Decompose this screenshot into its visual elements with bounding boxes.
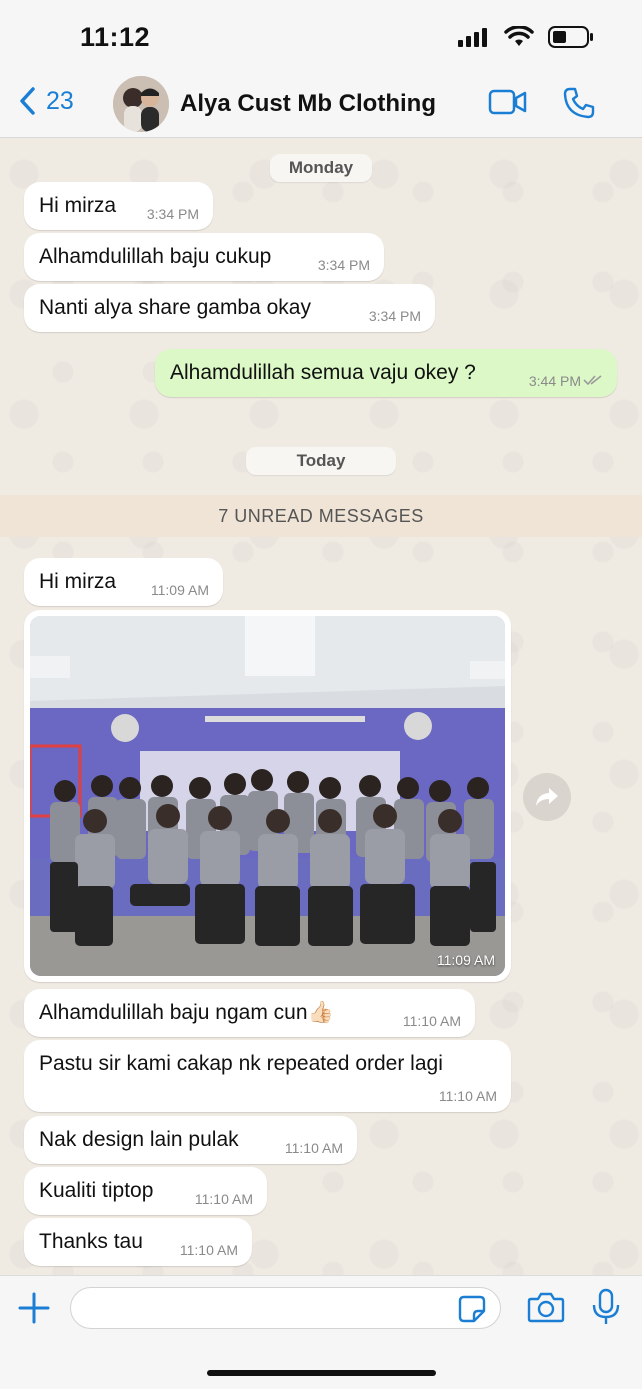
message-bubble[interactable]: Alhamdulillah baju ngam cun👍🏻 11:10 AM [24,989,475,1037]
message-time: 11:10 AM [438,1088,497,1104]
back-button[interactable]: 23 [18,86,74,116]
message-bubble[interactable]: Thanks tau 11:10 AM [24,1218,252,1266]
photo-message[interactable]: 11:09 AM [24,610,511,982]
message-time: 11:10 AM [284,1140,343,1156]
chevron-left-icon [20,87,35,115]
message-time: 11:10 AM [402,1013,461,1029]
status-icons [458,26,594,48]
video-camera-icon [488,89,527,115]
date-separator-today: Today [246,447,396,475]
message-text: Hi mirza [39,570,116,593]
unread-chats-count: 23 [46,86,74,115]
message-time: 11:10 AM [179,1242,238,1258]
composer-bar [0,1275,642,1389]
unread-messages-banner: 7 UNREAD MESSAGES [0,495,642,537]
message-text: Nak design lain pulak [39,1128,239,1151]
message-text: Nanti alya share gamba okay [39,296,311,319]
status-time: 11:12 [80,22,151,52]
chat-area[interactable]: Monday Hi mirza 3:34 PM Alhamdulillah ba… [0,138,642,1275]
message-time: 11:10 AM [194,1191,253,1207]
chat-title[interactable]: Alya Cust Mb Clothing [180,90,436,118]
forward-icon [536,788,558,806]
sticker-button[interactable] [458,1295,486,1328]
forward-button[interactable] [523,773,571,821]
phone-icon [563,87,595,119]
message-bubble[interactable]: Alhamdulillah baju cukup 3:34 PM [24,233,384,281]
video-call-button[interactable] [488,86,528,123]
group-photo [30,616,505,976]
status-bar: 11:12 [0,0,642,72]
message-text: Thanks tau [39,1230,143,1253]
battery-icon [548,26,593,48]
message-time: 3:34 PM [317,257,370,273]
message-bubble[interactable]: Nanti alya share gamba okay 3:34 PM [24,284,435,332]
sticker-icon [458,1295,486,1323]
camera-button[interactable] [527,1291,565,1328]
message-bubble[interactable]: Pastu sir kami cakap nk repeated order l… [24,1040,511,1112]
message-input[interactable] [70,1287,501,1329]
date-separator-monday: Monday [270,154,372,182]
photo-time: 11:09 AM [436,952,495,968]
message-time: 11:09 AM [150,582,209,598]
message-bubble[interactable]: Nak design lain pulak 11:10 AM [24,1116,357,1164]
camera-icon [527,1292,565,1323]
wifi-icon [504,26,534,46]
message-time: 3:34 PM [368,308,421,324]
microphone-icon [592,1288,620,1324]
plus-icon [18,1292,50,1324]
message-text: Alhamdulillah semua vaju okey ? [170,361,476,384]
message-bubble-outgoing[interactable]: Alhamdulillah semua vaju okey ? 3:44 PM [155,349,617,397]
message-time: 3:34 PM [146,206,199,222]
home-indicator[interactable] [207,1370,436,1376]
photo-image[interactable]: 11:09 AM [30,616,505,976]
message-text: Alhamdulillah baju cukup [39,245,272,268]
attach-button[interactable] [18,1292,50,1329]
message-text: Kualiti tiptop [39,1179,154,1202]
chat-header: 23 Alya Cust Mb Clothing [0,72,642,138]
message-bubble[interactable]: Hi mirza 11:09 AM [24,558,223,606]
voice-message-button[interactable] [591,1288,621,1331]
message-time: 3:44 PM [528,373,581,389]
message-text: Pastu sir kami cakap nk repeated order l… [39,1052,443,1075]
avatar[interactable] [113,76,169,132]
message-text: Hi mirza [39,194,116,217]
message-bubble[interactable]: Hi mirza 3:34 PM [24,182,213,230]
voice-call-button[interactable] [562,86,596,125]
double-check-icon [583,375,602,386]
message-text: Alhamdulillah baju ngam cun👍🏻 [39,1001,334,1024]
signal-icon [458,28,487,47]
message-bubble[interactable]: Kualiti tiptop 11:10 AM [24,1167,267,1215]
